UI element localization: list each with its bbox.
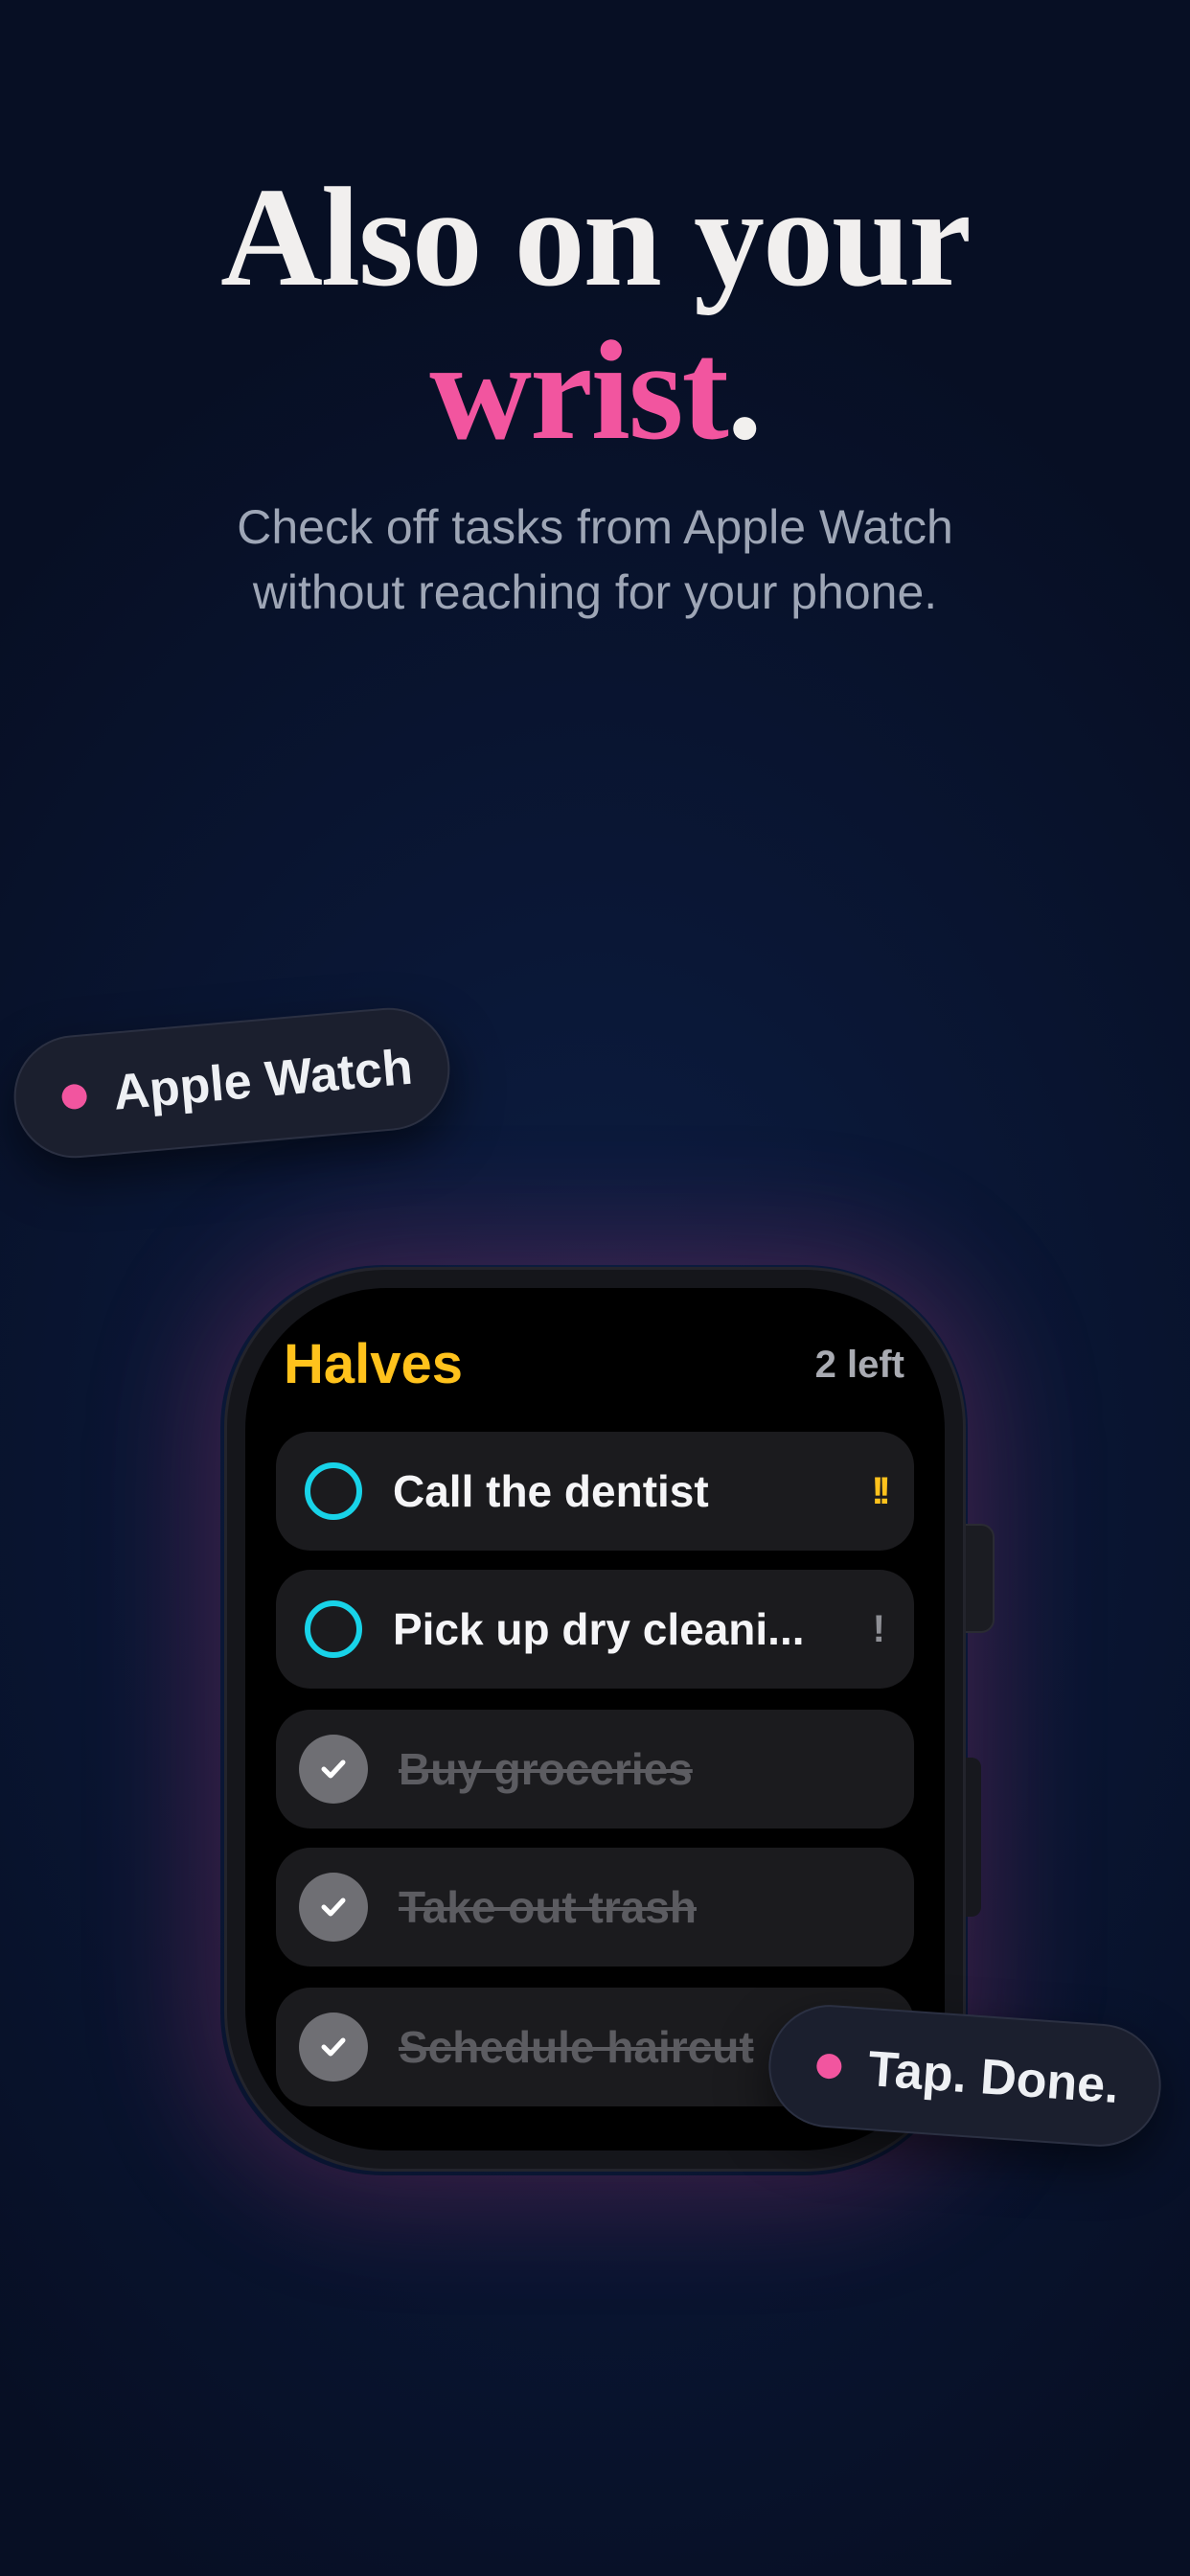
priority-high-icon: !! <box>871 1469 890 1512</box>
pink-dot-icon <box>815 2053 843 2080</box>
headline-line2: wrist. <box>0 314 1190 468</box>
apple-watch-badge-label: Apple Watch <box>110 1039 415 1121</box>
checkmark-icon[interactable] <box>299 1735 368 1804</box>
headline-line1: Also on your <box>220 159 972 316</box>
task-label: Call the dentist <box>393 1466 709 1516</box>
app-title: Halves <box>284 1333 464 1395</box>
subtitle-line2: without reaching for your phone. <box>252 565 938 619</box>
subtitle-line1: Check off tasks from Apple Watch <box>237 500 953 554</box>
pink-dot-icon <box>60 1083 88 1111</box>
task-label: Take out trash <box>399 1882 697 1932</box>
remaining-count: 2 left <box>814 1344 904 1386</box>
task-row[interactable]: Take out trash <box>276 1848 914 1966</box>
task-row[interactable]: Pick up dry cleani... ! <box>276 1570 914 1689</box>
tap-done-badge-label: Tap. Done. <box>866 2041 1121 2115</box>
task-row[interactable]: Buy groceries <box>276 1710 914 1828</box>
unchecked-circle-icon[interactable] <box>305 1462 362 1520</box>
priority-low-icon: ! <box>872 1607 885 1650</box>
checkmark-icon[interactable] <box>299 2012 368 2082</box>
headline-accent-word: wrist <box>429 312 729 470</box>
checkmark-icon[interactable] <box>299 1873 368 1942</box>
task-row[interactable]: Call the dentist !! <box>276 1432 914 1551</box>
unchecked-circle-icon[interactable] <box>305 1600 362 1658</box>
apple-watch-badge: Apple Watch <box>9 1002 455 1163</box>
task-label: Buy groceries <box>399 1744 693 1794</box>
headline-period: . <box>726 312 763 470</box>
task-label: Pick up dry cleani... <box>393 1604 805 1654</box>
